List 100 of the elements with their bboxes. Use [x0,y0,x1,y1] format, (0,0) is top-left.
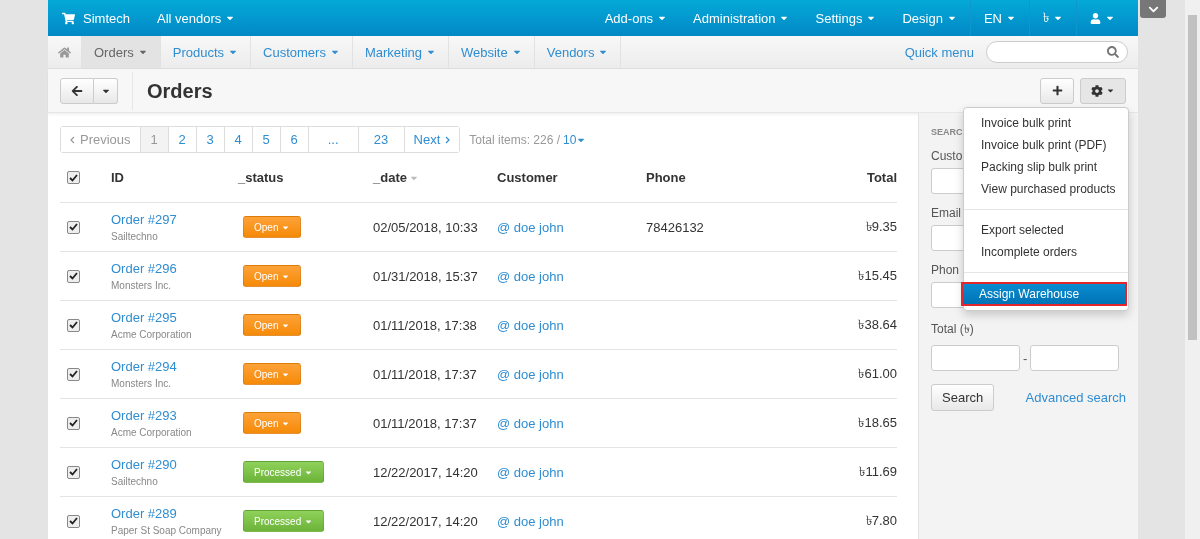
order-date: 12/22/2017, 14:20 [373,464,479,480]
row-checkbox[interactable] [67,465,80,479]
collapse-button[interactable] [1140,0,1166,18]
scrollbar[interactable] [1185,0,1200,539]
menu-item[interactable]: Packing slip bulk print [964,156,1128,178]
input-field[interactable] [931,345,1020,371]
status-dropdown[interactable]: Processed [243,461,325,483]
add-button[interactable] [1040,77,1074,104]
search-button[interactable]: Search [931,384,995,411]
check-icon [69,223,78,231]
chevron-left-icon [70,135,75,144]
top-menu[interactable]: Add-ons [591,0,681,36]
total-items: Total items: 226 / [469,132,561,147]
advanced-search-link[interactable]: Advanced search [1025,390,1126,405]
select-all-checkbox[interactable] [67,171,80,184]
per-page-select[interactable]: 10 [563,132,587,147]
company-name: Acme Corporation [111,329,193,340]
nav-tab[interactable]: Customers [251,36,353,68]
order-link[interactable]: Order #294 [111,359,238,374]
column-header: Customer [497,170,558,185]
status-dropdown[interactable]: Processed [243,510,325,532]
order-link[interactable]: Order #293 [111,408,238,423]
company-name: Acme Corporation [111,427,193,438]
row-checkbox[interactable] [67,269,80,283]
company-name: Monsters Inc. [111,280,173,291]
menu-item[interactable]: Invoice bulk print (PDF) [964,134,1128,156]
status-dropdown[interactable]: Open [243,314,302,336]
input-field[interactable] [1030,345,1120,371]
settings-button[interactable] [1080,77,1126,104]
row-checkbox[interactable] [67,318,80,332]
order-link[interactable]: Order #296 [111,261,238,276]
row-checkbox[interactable] [67,514,80,528]
nav-tab[interactable]: Website [449,36,535,68]
vendor-menu[interactable]: All vendors [143,0,249,36]
customer-link[interactable]: @ doe john [497,268,646,284]
previous-button[interactable]: Previous [61,127,141,152]
search-field[interactable] [986,41,1128,63]
phone-number: 78426132 [646,219,705,235]
check-icon [69,272,78,280]
plus-icon [1051,85,1063,96]
range-dash: - [1023,350,1028,366]
status-dropdown[interactable]: Open [243,363,302,385]
column-header: Phone [646,170,686,185]
status-dropdown[interactable]: Open [243,412,302,434]
company-name: Sailtechno [111,476,159,487]
menu-item[interactable]: View purchased products [964,178,1128,200]
column-header: Total [866,170,897,185]
customer-link[interactable]: @ doe john [497,219,646,235]
menu-item[interactable]: Assign Warehouse [961,282,1127,306]
order-link[interactable]: Order #289 [111,506,238,521]
customer-link[interactable]: @ doe john [497,317,646,333]
cart-icon [62,11,75,25]
nav-tab[interactable]: Products [160,36,252,68]
menu-item[interactable]: Incomplete orders [964,241,1128,263]
status-dropdown[interactable]: Open [243,216,302,238]
status-dropdown[interactable]: Open [243,265,302,287]
top-menu[interactable]: Design [889,0,970,36]
home-icon [58,45,71,59]
gear-icon [1091,84,1103,97]
order-date: 02/05/2018, 10:33 [373,219,479,235]
check-icon [69,517,78,525]
order-date: 01/11/2018, 17:38 [373,317,478,333]
customer-link[interactable]: @ doe john [497,415,646,431]
company-name: Sailtechno [111,231,159,242]
order-total: ৳38.64 [857,315,897,334]
nav-tab[interactable]: Vendors [534,36,622,68]
customer-link[interactable]: @ doe john [497,513,646,529]
menu-item[interactable]: Invoice bulk print [964,112,1128,134]
top-menu[interactable]: EN [970,0,1029,36]
order-date: 01/31/2018, 15:37 [373,268,479,284]
back-button[interactable] [60,77,94,104]
row-checkbox[interactable] [67,367,80,381]
order-total: ৳9.35 [864,217,897,236]
check-icon [69,321,78,329]
brand-name: Simtech [83,10,130,26]
order-date: 01/11/2018, 17:37 [373,366,478,382]
column-header: ID [111,170,124,185]
customer-link[interactable]: @ doe john [497,464,646,480]
top-menu[interactable]: Administration [680,0,803,36]
top-menu[interactable]: ৳ [1030,0,1076,36]
column-header[interactable]: _date [373,170,407,185]
order-link[interactable]: Order #297 [111,212,238,227]
quick-menu-link[interactable]: Quick menu [904,44,974,60]
nav-tab[interactable]: Orders [82,36,161,68]
customer-link[interactable]: @ doe john [497,366,646,382]
field-label: Phon [931,263,960,277]
order-link[interactable]: Order #295 [111,310,238,325]
order-total: ৳11.69 [858,462,897,481]
order-link[interactable]: Order #290 [111,457,238,472]
nav-tab[interactable]: Marketing [352,36,449,68]
top-menu[interactable]: Settings [802,0,890,36]
row-checkbox[interactable] [67,220,80,234]
field-label: Custo [931,149,963,163]
page-button[interactable]: 1 [140,127,169,152]
order-total: ৳18.65 [857,413,897,432]
search-icon [1107,46,1119,58]
row-checkbox[interactable] [67,416,80,430]
menu-item[interactable]: Export selected [964,219,1128,241]
field-label: Total (৳) [931,321,974,338]
arrow-left-icon [71,84,83,97]
